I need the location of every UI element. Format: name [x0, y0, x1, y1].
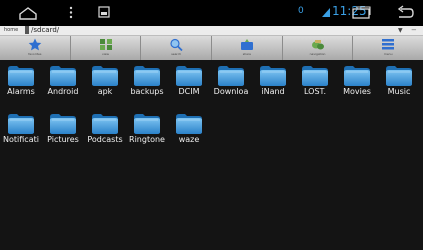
folder-name: Pictures	[47, 135, 79, 144]
folder-name: DCIM	[178, 87, 200, 96]
folder-icon	[92, 114, 118, 134]
collapse-icon[interactable]: −	[411, 26, 417, 35]
tool-navigation-button[interactable]: navigation	[283, 36, 354, 60]
folder-icon	[134, 114, 160, 134]
tools-icon	[311, 40, 324, 50]
sdcard-icon	[25, 26, 29, 34]
chevron-down-icon[interactable]: ▼	[398, 26, 403, 35]
tool-label: navigation	[309, 52, 326, 56]
tool-view-button[interactable]: view	[71, 36, 142, 60]
folder-item[interactable]: waze	[168, 108, 210, 154]
folder-icon	[386, 66, 412, 86]
folder-icon	[218, 66, 244, 86]
folder-item[interactable]: DCIM	[168, 60, 210, 106]
tool-label: view	[102, 52, 109, 56]
screenshot-icon[interactable]	[98, 6, 110, 18]
folder-item[interactable]: backups	[126, 60, 168, 106]
signal-icon	[322, 8, 330, 17]
file-grid: Alarms Android apk backups DCIM Downloa iNand L…	[0, 60, 423, 250]
tool-search-button[interactable]: search	[141, 36, 213, 60]
folder-icon	[260, 66, 286, 86]
folder-icon	[50, 66, 76, 86]
tool-label: menu	[383, 52, 393, 56]
path-home-link[interactable]: home	[4, 27, 18, 34]
folder-name: iNand	[261, 87, 285, 96]
folder-name: Music	[387, 87, 411, 96]
grid-icon	[99, 39, 112, 50]
folder-name: waze	[178, 135, 200, 144]
folder-item[interactable]: Android	[42, 60, 84, 106]
folder-name: Ringtone	[129, 135, 165, 144]
system-bar: 0 11:25	[0, 0, 423, 26]
folder-name: Movies	[343, 87, 371, 96]
folder-item[interactable]: apk	[84, 60, 126, 106]
folder-item[interactable]: Music	[378, 60, 420, 106]
tool-label: search	[171, 52, 182, 56]
folder-name: LOST.	[303, 87, 327, 96]
share-icon	[240, 39, 253, 50]
folder-item[interactable]: Ringtone	[126, 108, 168, 154]
tool-label: favorites	[28, 52, 42, 56]
tool-share-button[interactable]: share	[212, 36, 283, 60]
search-icon	[170, 38, 183, 51]
tool-favorites-button[interactable]: favorites	[0, 36, 71, 60]
folder-item[interactable]: Pictures	[42, 108, 84, 154]
folder-name: backups	[130, 87, 164, 96]
folder-name: Notificati	[3, 135, 39, 144]
menu-dots-icon[interactable]	[68, 5, 74, 20]
folder-name: apk	[97, 87, 113, 96]
folder-item[interactable]: Podcasts	[84, 108, 126, 154]
folder-icon	[176, 66, 202, 86]
back-icon[interactable]	[396, 5, 414, 20]
folder-icon	[302, 66, 328, 86]
folder-icon	[50, 114, 76, 134]
file-manager-screen: 0 11:25 home /sdcard/ ▼ − favorites view…	[0, 0, 423, 250]
tool-label: share	[242, 52, 252, 56]
folder-icon	[92, 66, 118, 86]
path-bar: home /sdcard/ ▼ −	[0, 26, 423, 36]
list-icon	[382, 39, 395, 50]
folder-item[interactable]: Movies	[336, 60, 378, 106]
folder-item[interactable]: LOST.	[294, 60, 336, 106]
folder-name: Downloa	[213, 87, 249, 96]
current-path[interactable]: /sdcard/	[31, 26, 59, 35]
folder-item[interactable]: Downloa	[210, 60, 252, 106]
folder-name: Alarms	[7, 87, 35, 96]
folder-icon	[344, 66, 370, 86]
folder-name: Podcasts	[87, 135, 123, 144]
folder-icon	[8, 114, 34, 134]
star-icon	[28, 38, 42, 51]
home-icon[interactable]	[18, 5, 38, 20]
folder-item[interactable]: Notificati	[0, 108, 42, 154]
status-number: 0	[298, 6, 304, 16]
folder-item[interactable]: Alarms	[0, 60, 42, 106]
folder-icon	[8, 66, 34, 86]
recent-apps-icon[interactable]	[352, 6, 371, 20]
folder-icon	[176, 114, 202, 134]
folder-item[interactable]: iNand	[252, 60, 294, 106]
folder-name: Android	[47, 87, 79, 96]
tool-menu-button[interactable]: menu	[353, 36, 423, 60]
folder-icon	[134, 66, 160, 86]
toolbar: favorites view search share navigation m…	[0, 36, 423, 60]
